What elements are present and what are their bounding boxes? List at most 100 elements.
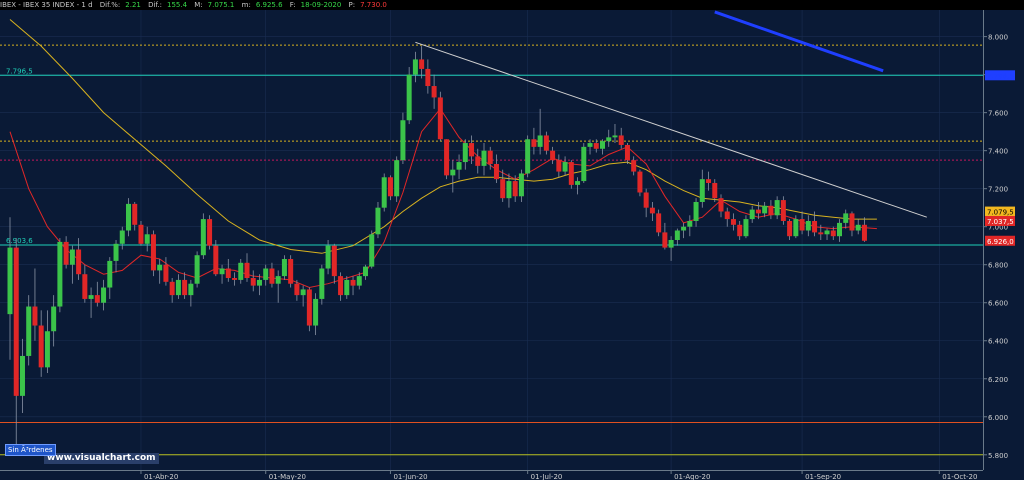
dif-pct-value: 2.21 <box>125 1 141 9</box>
candle-down <box>182 279 188 296</box>
max-label: M: <box>194 1 203 9</box>
candle-down <box>13 247 19 396</box>
price-tag-label: 7.796,5 <box>987 72 1014 80</box>
x-tick-label: 01-Abr-20 <box>144 473 178 480</box>
y-tick-label: 6.200 <box>988 376 1008 384</box>
candle-down <box>812 220 818 233</box>
candle-up <box>381 177 387 208</box>
candle-down <box>593 143 599 149</box>
candle-down <box>207 219 213 246</box>
candle-down <box>269 268 275 284</box>
candle-down <box>512 181 518 197</box>
candle-up <box>44 331 50 368</box>
y-tick-label: 6.600 <box>988 300 1008 308</box>
candle-down <box>799 219 805 231</box>
candle-down <box>288 259 294 284</box>
dif-label: Dif.: <box>148 1 162 9</box>
candle-down <box>730 219 736 225</box>
candle-up <box>113 243 119 261</box>
candle-up <box>51 306 57 332</box>
candle-up <box>612 135 618 138</box>
candle-up <box>325 245 331 269</box>
candle-up <box>587 143 593 147</box>
y-tick-label: 6.000 <box>988 414 1008 422</box>
candle-up <box>824 230 830 235</box>
candle-down <box>643 192 649 208</box>
y-tick-label: 5.800 <box>988 452 1008 460</box>
candle-up <box>219 268 225 275</box>
min-label: m: <box>241 1 251 9</box>
candle-down <box>631 160 637 172</box>
candle-up <box>263 268 269 280</box>
candle-down <box>132 203 138 225</box>
y-tick-label: 8.000 <box>988 34 1008 42</box>
candle-down <box>138 224 144 244</box>
candle-down <box>712 182 718 199</box>
candle-down <box>500 179 506 199</box>
last-label: P: <box>348 1 356 9</box>
candle-down <box>169 281 175 296</box>
candle-up <box>693 201 699 221</box>
candle-down <box>568 162 574 185</box>
candle-up <box>281 259 287 277</box>
candle-down <box>213 245 219 275</box>
candle-up <box>363 266 369 277</box>
candle-up <box>481 150 487 166</box>
x-tick-label: 01-May-20 <box>269 473 306 480</box>
candle-down <box>163 264 169 282</box>
candle-down <box>493 163 499 180</box>
candle-up <box>107 260 113 288</box>
y-tick-label: 7.600 <box>988 110 1008 118</box>
last-value: 7.730.0 <box>360 1 387 9</box>
candle-up <box>319 268 325 299</box>
y-tick-label: 6.800 <box>988 262 1008 270</box>
candle-up <box>600 141 606 149</box>
candle-down <box>250 278 256 286</box>
watermark: www.visualchart.com <box>44 453 159 464</box>
candle-up <box>238 262 244 280</box>
candle-down <box>861 224 867 241</box>
candle-up <box>537 135 543 147</box>
candle-up <box>518 173 524 197</box>
candle-up <box>356 276 362 286</box>
candle-down <box>350 279 356 286</box>
candle-down <box>637 171 643 193</box>
candle-up <box>19 355 25 396</box>
candle-up <box>668 240 674 248</box>
candle-down <box>94 295 100 303</box>
candle-up <box>749 209 755 220</box>
symbol-title: IBEX - IBEX 35 INDEX - 1 d <box>0 1 93 9</box>
candle-up <box>375 207 381 235</box>
x-tick-label: 01-Jun-20 <box>393 473 427 480</box>
candle-down <box>294 283 300 296</box>
candle-down <box>225 268 231 279</box>
candle-up <box>88 295 94 299</box>
candle-up <box>562 162 568 172</box>
price-chart[interactable]: 7.796,56.903,6 5.8006.0006.2006.4006.600… <box>0 10 1024 480</box>
candle-down <box>475 156 481 166</box>
candle-up <box>256 279 262 286</box>
candle-up <box>126 203 132 231</box>
orders-button[interactable]: Sin Ã³rdenes <box>5 444 56 456</box>
candle-down <box>755 209 761 214</box>
candle-down <box>419 59 425 69</box>
candle-up <box>200 219 206 256</box>
min-value: 6.925.6 <box>255 1 283 9</box>
date-label: F: <box>289 1 296 9</box>
candle-up <box>525 139 531 174</box>
candle-down <box>618 135 624 145</box>
candle-down <box>444 139 450 176</box>
candle-down <box>76 249 82 275</box>
candle-down <box>63 241 69 265</box>
x-tick-label: 01-Ago-20 <box>674 473 710 480</box>
candle-up <box>313 298 319 326</box>
candle-down <box>656 213 662 233</box>
candle-down <box>232 278 238 280</box>
candle-down <box>706 179 712 183</box>
x-tick-label: 01-Sep-20 <box>805 473 841 480</box>
candle-down <box>718 198 724 212</box>
candle-up <box>805 220 811 231</box>
y-tick-label: 7.400 <box>988 148 1008 156</box>
candle-down <box>550 150 556 161</box>
candle-up <box>462 143 468 163</box>
